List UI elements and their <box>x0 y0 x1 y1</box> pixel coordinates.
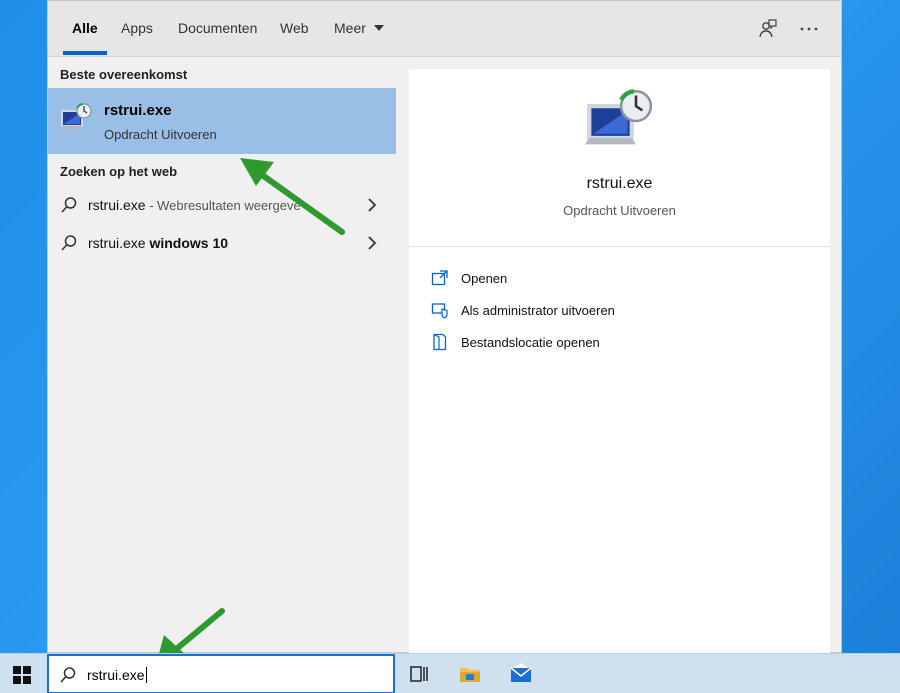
action-run-as-admin[interactable]: Als administrator uitvoeren <box>429 299 809 323</box>
search-input-text: rstrui.exe <box>87 667 145 683</box>
best-match-header: Beste overeenkomst <box>60 67 188 82</box>
chevron-right-icon[interactable] <box>366 197 378 213</box>
tab-apps[interactable]: Apps <box>121 20 153 36</box>
web-result-query: rstrui.exe <box>88 235 150 251</box>
caret-down-icon <box>373 25 384 31</box>
web-result-bold: windows 10 <box>149 235 229 251</box>
search-input-value: rstrui.exe <box>87 667 147 683</box>
system-restore-icon <box>60 103 92 129</box>
file-location-icon <box>433 333 447 351</box>
chevron-right-icon[interactable] <box>366 235 378 251</box>
mail-icon[interactable] <box>509 662 533 686</box>
more-options-icon[interactable] <box>797 17 821 41</box>
tab-meer-label: Meer <box>334 20 366 36</box>
detail-pane: rstrui.exe Opdracht Uitvoeren Openen Als… <box>409 69 830 654</box>
task-view-icon[interactable] <box>407 662 431 686</box>
tab-meer[interactable]: Meer <box>334 20 384 36</box>
taskbar: rstrui.exe <box>0 653 900 693</box>
best-match-title: rstrui.exe <box>104 102 172 119</box>
web-result-text: rstrui.exe windows 10 <box>88 235 228 251</box>
best-match-item[interactable]: rstrui.exe Opdracht Uitvoeren <box>48 88 396 154</box>
tab-web[interactable]: Web <box>280 20 309 36</box>
action-file-location[interactable]: Bestandslocatie openen <box>429 331 809 355</box>
system-restore-icon <box>585 89 653 145</box>
tab-alle[interactable]: Alle <box>72 20 98 36</box>
detail-header: rstrui.exe Opdracht Uitvoeren <box>409 69 830 247</box>
action-file-location-label: Bestandslocatie openen <box>461 335 600 350</box>
annotation-arrow-icon <box>240 158 345 235</box>
web-result-query: rstrui.exe <box>88 197 146 213</box>
taskbar-search-input[interactable]: rstrui.exe <box>47 654 395 693</box>
open-icon <box>431 270 448 286</box>
active-tab-indicator <box>63 51 107 55</box>
action-run-as-admin-label: Als administrator uitvoeren <box>461 303 615 318</box>
detail-title: rstrui.exe <box>586 175 653 192</box>
tab-bar: Alle Apps Documenten Web Meer <box>48 1 841 57</box>
search-panel: Alle Apps Documenten Web Meer Beste over… <box>47 0 842 654</box>
action-open[interactable]: Openen <box>429 267 809 291</box>
run-as-admin-icon <box>431 303 448 319</box>
search-icon <box>60 667 76 683</box>
action-open-label: Openen <box>461 271 508 286</box>
tab-documenten[interactable]: Documenten <box>178 20 257 36</box>
windows-start-icon[interactable] <box>13 666 31 684</box>
file-explorer-icon[interactable] <box>458 662 482 686</box>
detail-subtitle: Opdracht Uitvoeren <box>563 203 676 218</box>
search-icon <box>61 197 77 213</box>
feedback-icon[interactable] <box>755 17 779 41</box>
text-caret <box>145 667 147 683</box>
web-search-header: Zoeken op het web <box>60 164 178 179</box>
best-match-subtitle: Opdracht Uitvoeren <box>104 127 217 142</box>
search-icon <box>61 235 77 251</box>
